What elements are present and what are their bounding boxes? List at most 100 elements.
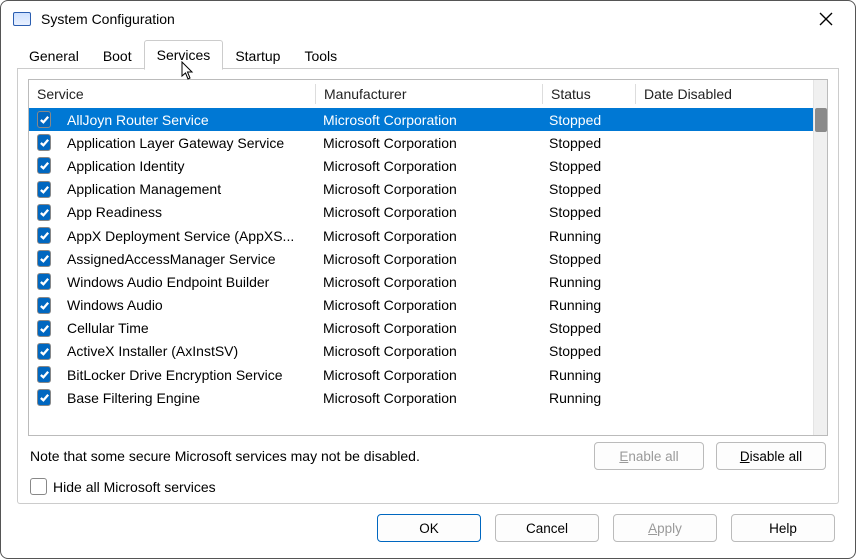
service-name: Windows Audio Endpoint Builder: [59, 274, 315, 290]
help-button[interactable]: Help: [731, 514, 835, 542]
services-list: Service Manufacturer Status Date Disable…: [28, 79, 828, 436]
service-manufacturer: Microsoft Corporation: [315, 135, 541, 151]
service-status: Running: [541, 390, 633, 406]
service-status: Stopped: [541, 204, 633, 220]
service-checkbox[interactable]: [37, 389, 51, 406]
service-manufacturer: Microsoft Corporation: [315, 158, 541, 174]
tab-services[interactable]: Services: [144, 40, 224, 70]
service-status: Running: [541, 274, 633, 290]
service-status: Running: [541, 297, 633, 313]
hide-microsoft-label[interactable]: Hide all Microsoft services: [53, 479, 216, 495]
ok-button[interactable]: OK: [377, 514, 481, 542]
column-header-manufacturer[interactable]: Manufacturer: [316, 82, 542, 106]
service-name: AssignedAccessManager Service: [59, 251, 315, 267]
column-header-status[interactable]: Status: [543, 82, 635, 106]
note-row: Note that some secure Microsoft services…: [28, 436, 828, 472]
service-name: Windows Audio: [59, 297, 315, 313]
service-checkbox[interactable]: [37, 366, 51, 383]
service-checkbox[interactable]: [37, 111, 51, 128]
service-checkbox[interactable]: [37, 297, 51, 314]
close-icon: [819, 12, 833, 26]
note-text: Note that some secure Microsoft services…: [30, 448, 594, 464]
titlebar: System Configuration: [1, 1, 855, 37]
service-manufacturer: Microsoft Corporation: [315, 343, 541, 359]
service-manufacturer: Microsoft Corporation: [315, 367, 541, 383]
window-title: System Configuration: [41, 11, 803, 27]
service-name: AllJoyn Router Service: [59, 112, 315, 128]
enable-all-button[interactable]: Enable all: [594, 442, 704, 470]
column-header-service[interactable]: Service: [29, 82, 315, 106]
cancel-button[interactable]: Cancel: [495, 514, 599, 542]
tab-bar: GeneralBootServicesStartupTools: [1, 37, 855, 69]
table-row[interactable]: App ReadinessMicrosoft CorporationStoppe…: [29, 201, 813, 224]
table-row[interactable]: Application IdentityMicrosoft Corporatio…: [29, 154, 813, 177]
services-rows: AllJoyn Router ServiceMicrosoft Corporat…: [29, 108, 813, 435]
service-manufacturer: Microsoft Corporation: [315, 390, 541, 406]
service-checkbox[interactable]: [37, 250, 51, 267]
app-icon: [13, 12, 31, 26]
service-name: App Readiness: [59, 204, 315, 220]
service-manufacturer: Microsoft Corporation: [315, 204, 541, 220]
table-row[interactable]: ActiveX Installer (AxInstSV)Microsoft Co…: [29, 340, 813, 363]
service-checkbox[interactable]: [37, 157, 51, 174]
service-checkbox[interactable]: [37, 134, 51, 151]
tab-underline: [17, 68, 839, 69]
tab-boot[interactable]: Boot: [91, 42, 144, 70]
service-status: Stopped: [541, 135, 633, 151]
system-configuration-window: System Configuration GeneralBootServices…: [0, 0, 856, 559]
service-manufacturer: Microsoft Corporation: [315, 297, 541, 313]
service-status: Running: [541, 228, 633, 244]
service-status: Stopped: [541, 343, 633, 359]
service-checkbox[interactable]: [37, 227, 51, 244]
service-name: BitLocker Drive Encryption Service: [59, 367, 315, 383]
table-row[interactable]: Application Layer Gateway ServiceMicroso…: [29, 131, 813, 154]
scrollbar-thumb[interactable]: [815, 108, 827, 132]
column-header-date-disabled[interactable]: Date Disabled: [636, 82, 813, 106]
service-checkbox[interactable]: [37, 320, 51, 337]
table-row[interactable]: AssignedAccessManager ServiceMicrosoft C…: [29, 247, 813, 270]
vertical-scrollbar[interactable]: [813, 80, 827, 435]
table-row[interactable]: Windows AudioMicrosoft CorporationRunnin…: [29, 294, 813, 317]
service-name: Base Filtering Engine: [59, 390, 315, 406]
tab-startup[interactable]: Startup: [223, 42, 292, 70]
tab-tools[interactable]: Tools: [292, 42, 349, 70]
hide-microsoft-checkbox[interactable]: [30, 478, 47, 495]
service-name: Cellular Time: [59, 320, 315, 336]
disable-all-button[interactable]: Disable all: [716, 442, 826, 470]
service-name: Application Identity: [59, 158, 315, 174]
service-status: Running: [541, 367, 633, 383]
table-row[interactable]: Base Filtering EngineMicrosoft Corporati…: [29, 386, 813, 409]
service-checkbox[interactable]: [37, 204, 51, 221]
service-manufacturer: Microsoft Corporation: [315, 251, 541, 267]
service-status: Stopped: [541, 181, 633, 197]
service-manufacturer: Microsoft Corporation: [315, 320, 541, 336]
service-manufacturer: Microsoft Corporation: [315, 112, 541, 128]
service-manufacturer: Microsoft Corporation: [315, 274, 541, 290]
dialog-footer: OK Cancel Apply Help: [1, 504, 855, 558]
service-status: Stopped: [541, 112, 633, 128]
service-name: AppX Deployment Service (AppXS...: [59, 228, 315, 244]
service-status: Stopped: [541, 158, 633, 174]
service-name: ActiveX Installer (AxInstSV): [59, 343, 315, 359]
service-manufacturer: Microsoft Corporation: [315, 228, 541, 244]
service-status: Stopped: [541, 320, 633, 336]
table-row[interactable]: Cellular TimeMicrosoft CorporationStoppe…: [29, 317, 813, 340]
service-name: Application Management: [59, 181, 315, 197]
service-status: Stopped: [541, 251, 633, 267]
tab-general[interactable]: General: [17, 42, 91, 70]
service-checkbox[interactable]: [37, 181, 51, 198]
table-row[interactable]: AppX Deployment Service (AppXS...Microso…: [29, 224, 813, 247]
table-row[interactable]: AllJoyn Router ServiceMicrosoft Corporat…: [29, 108, 813, 131]
apply-button[interactable]: Apply: [613, 514, 717, 542]
hide-microsoft-row: Hide all Microsoft services: [28, 472, 828, 495]
service-manufacturer: Microsoft Corporation: [315, 181, 541, 197]
table-row[interactable]: Windows Audio Endpoint BuilderMicrosoft …: [29, 270, 813, 293]
service-checkbox[interactable]: [37, 273, 51, 290]
table-row[interactable]: Application ManagementMicrosoft Corporat…: [29, 178, 813, 201]
column-header-row: Service Manufacturer Status Date Disable…: [29, 80, 813, 108]
service-checkbox[interactable]: [37, 343, 51, 360]
tab-panel-services: Service Manufacturer Status Date Disable…: [17, 69, 839, 504]
service-name: Application Layer Gateway Service: [59, 135, 315, 151]
table-row[interactable]: BitLocker Drive Encryption ServiceMicros…: [29, 363, 813, 386]
close-button[interactable]: [803, 4, 849, 34]
